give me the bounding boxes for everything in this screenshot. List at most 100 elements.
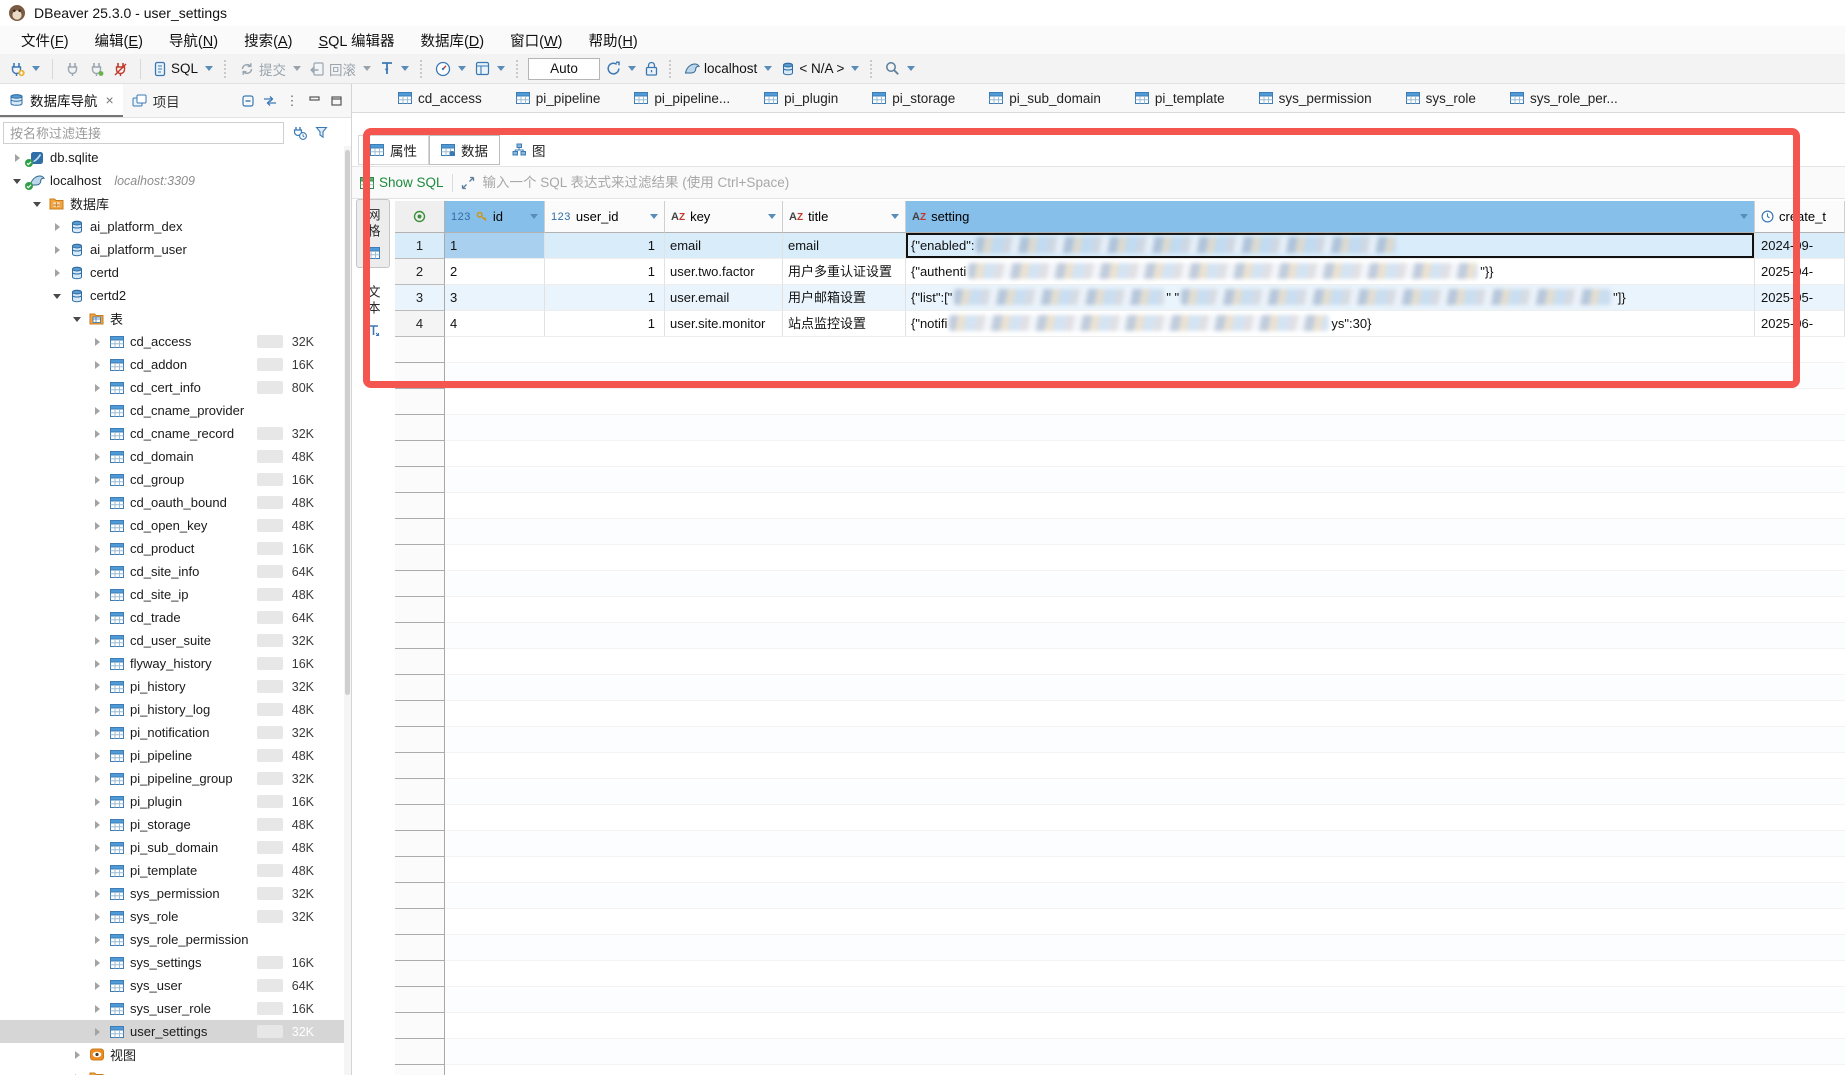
chevron-right-icon[interactable]	[93, 866, 103, 876]
chevron-down-icon[interactable]	[13, 176, 23, 186]
row-number-cell[interactable]	[395, 805, 445, 831]
refresh-button[interactable]	[603, 59, 639, 78]
cell-setting[interactable]: {"list":["" ""]}	[906, 285, 1755, 311]
cell-id[interactable]: 4	[445, 311, 545, 337]
empty-grid-row[interactable]	[395, 727, 1845, 753]
empty-grid-row[interactable]	[395, 415, 1845, 441]
empty-grid-row[interactable]	[395, 753, 1845, 779]
commit-button[interactable]: 提交	[236, 57, 304, 81]
tree-item-pi_template[interactable]: pi_template48K	[0, 859, 344, 882]
chevron-right-icon[interactable]	[93, 613, 103, 623]
cell-key[interactable]: user.two.factor	[665, 259, 783, 285]
scrollbar-thumb[interactable]	[345, 150, 350, 695]
row-number-cell[interactable]	[395, 987, 445, 1013]
column-header-key[interactable]: AZkey	[665, 201, 783, 233]
empty-grid-row[interactable]	[395, 857, 1845, 883]
row-number-cell[interactable]: 4	[395, 311, 445, 337]
empty-grid-row[interactable]	[395, 1013, 1845, 1039]
filter-connections-icon[interactable]	[315, 126, 328, 140]
tasks-button[interactable]	[472, 59, 508, 78]
tree-item-cd_site_info[interactable]: cd_site_info64K	[0, 560, 344, 583]
chevron-down-icon[interactable]	[73, 314, 83, 324]
empty-grid-row[interactable]	[395, 493, 1845, 519]
lock-button[interactable]	[642, 59, 661, 78]
editor-tab-pi_pipeline[interactable]: pi_pipeline...	[634, 91, 730, 106]
chevron-right-icon[interactable]	[93, 774, 103, 784]
connect-button[interactable]	[62, 59, 83, 79]
column-dropdown-icon[interactable]	[1740, 214, 1748, 219]
cell-title[interactable]: 用户邮箱设置	[783, 285, 906, 311]
cell-title[interactable]: email	[783, 233, 906, 259]
menu-item[interactable]: 窗口(W)	[497, 27, 575, 54]
cell-user-id[interactable]: 1	[545, 233, 665, 259]
row-number-cell[interactable]	[395, 571, 445, 597]
editor-tab-pi_storage[interactable]: pi_storage	[872, 91, 955, 106]
tree-item-localhost[interactable]: localhostlocalhost:3309	[0, 169, 344, 192]
chevron-right-icon[interactable]	[93, 843, 103, 853]
row-number-cell[interactable]	[395, 883, 445, 909]
menu-item[interactable]: SQL 编辑器	[305, 27, 407, 54]
cell-create-time[interactable]: 2025-06-	[1755, 311, 1845, 337]
chevron-right-icon[interactable]	[93, 958, 103, 968]
chevron-right-icon[interactable]	[93, 475, 103, 485]
empty-grid-row[interactable]	[395, 779, 1845, 805]
row-number-cell[interactable]	[395, 1065, 445, 1075]
chevron-right-icon[interactable]	[93, 797, 103, 807]
tree-item-cd_cname_provider[interactable]: cd_cname_provider	[0, 399, 344, 422]
chevron-right-icon[interactable]	[93, 429, 103, 439]
column-header-id[interactable]: 123id	[445, 201, 545, 233]
tree-item-cd_access[interactable]: cd_access32K	[0, 330, 344, 353]
tree-item-cd_addon[interactable]: cd_addon16K	[0, 353, 344, 376]
tree-item-cd_trade[interactable]: cd_trade64K	[0, 606, 344, 629]
empty-grid-row[interactable]	[395, 701, 1845, 727]
cell-id[interactable]: 3	[445, 285, 545, 311]
row-number-cell[interactable]	[395, 493, 445, 519]
row-number-cell[interactable]	[395, 337, 445, 363]
chevron-right-icon[interactable]	[93, 751, 103, 761]
cell-title[interactable]: 站点监控设置	[783, 311, 906, 337]
row-number-cell[interactable]	[395, 701, 445, 727]
tree-item-user_settings[interactable]: user_settings32K	[0, 1020, 344, 1043]
chevron-right-icon[interactable]	[93, 1027, 103, 1037]
row-number-cell[interactable]	[395, 363, 445, 389]
tree-item-cd_product[interactable]: cd_product16K	[0, 537, 344, 560]
sidebar-scrollbar[interactable]	[344, 146, 351, 1075]
view-menu-icon[interactable]: ⋮	[281, 84, 303, 117]
tree-item-pi_history[interactable]: pi_history32K	[0, 675, 344, 698]
column-dropdown-icon[interactable]	[768, 214, 776, 219]
menu-item[interactable]: 编辑(E)	[82, 27, 156, 54]
empty-grid-row[interactable]	[395, 935, 1845, 961]
chevron-right-icon[interactable]	[53, 245, 63, 255]
reconnect-button[interactable]	[86, 59, 107, 79]
tree-item-cd_cert_info[interactable]: cd_cert_info80K	[0, 376, 344, 399]
tree-item-ai_platform_user[interactable]: ai_platform_user	[0, 238, 344, 261]
tree-item-cd_user_suite[interactable]: cd_user_suite32K	[0, 629, 344, 652]
empty-grid-row[interactable]	[395, 467, 1845, 493]
close-icon[interactable]: ×	[106, 92, 114, 108]
row-number-cell[interactable]	[395, 727, 445, 753]
chevron-right-icon[interactable]	[93, 912, 103, 922]
row-number-cell[interactable]	[395, 389, 445, 415]
row-number-cell[interactable]	[395, 519, 445, 545]
menu-item[interactable]: 文件(F)	[8, 27, 82, 54]
chevron-right-icon[interactable]	[73, 1050, 83, 1060]
cell-id[interactable]: 1	[445, 233, 545, 259]
empty-grid-row[interactable]	[395, 337, 1845, 363]
collapse-all-icon[interactable]	[237, 84, 259, 117]
grid-row-3[interactable]: 331user.email用户邮箱设置{"list":["" ""]}2025-…	[395, 285, 1845, 311]
tree-item-dbsqlite[interactable]: db.sqlite	[0, 146, 344, 169]
tree-item-pi_pipeline[interactable]: pi_pipeline48K	[0, 744, 344, 767]
cell-setting[interactable]: {"enabled":	[906, 233, 1755, 259]
row-number-cell[interactable]	[395, 675, 445, 701]
row-number-cell[interactable]	[395, 935, 445, 961]
tree-item-certd2[interactable]: certd2	[0, 284, 344, 307]
cell-key[interactable]: user.site.monitor	[665, 311, 783, 337]
empty-grid-row[interactable]	[395, 363, 1845, 389]
empty-grid-row[interactable]	[395, 883, 1845, 909]
cell-user-id[interactable]: 1	[545, 311, 665, 337]
presentation-tab-grid[interactable]: 网格	[356, 199, 390, 268]
chevron-right-icon[interactable]	[93, 705, 103, 715]
chevron-right-icon[interactable]	[93, 728, 103, 738]
tree-item-cd_oauth_bound[interactable]: cd_oauth_bound48K	[0, 491, 344, 514]
empty-grid-row[interactable]	[395, 675, 1845, 701]
